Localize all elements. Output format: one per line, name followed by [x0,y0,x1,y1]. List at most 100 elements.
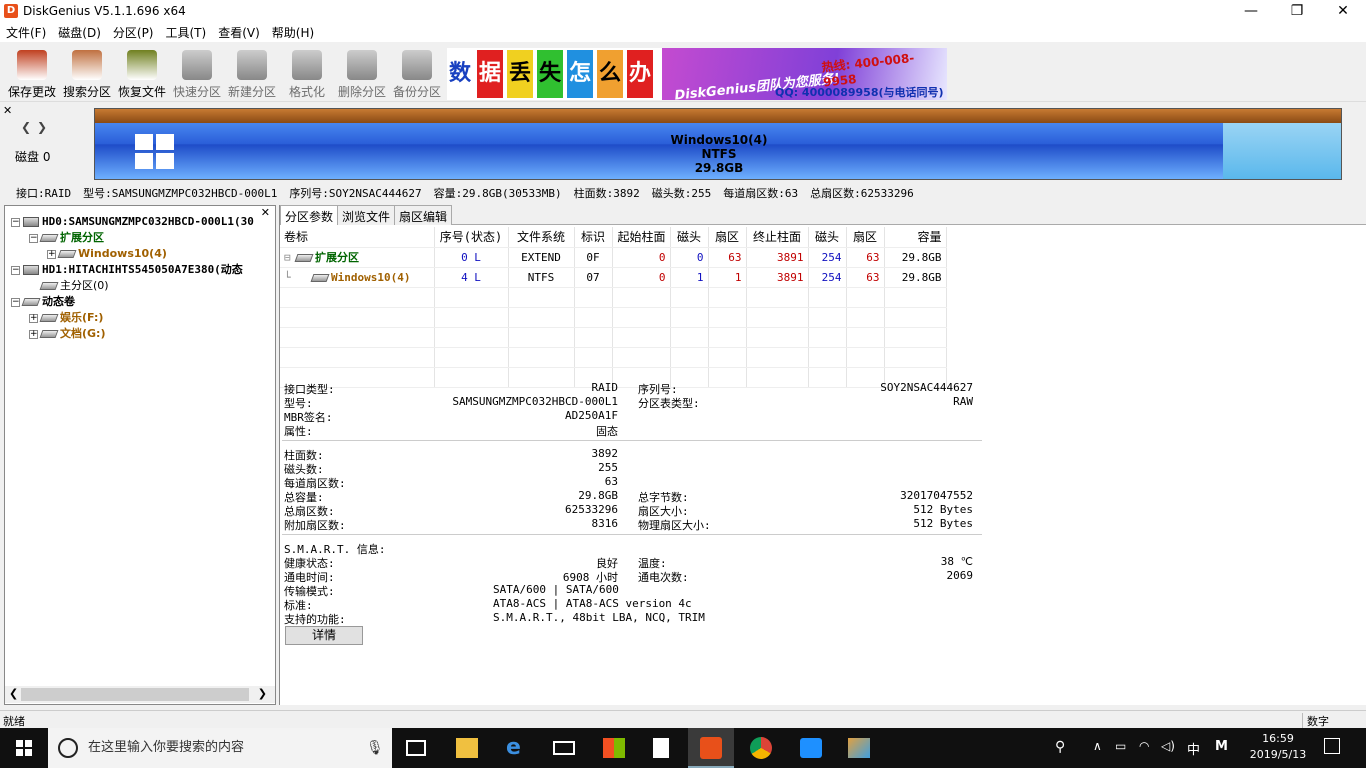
banner-tile: 数 [447,50,473,98]
table-row[interactable]: └ Windows10(4) 4 L NTFS 07 0 1 1 3891 254 63 29.8GB [280,267,947,288]
battery-icon[interactable]: ▭ [1115,739,1126,753]
column-header[interactable]: 卷标 [280,227,435,248]
collapse-icon[interactable]: − [29,233,38,243]
tray-expand-icon[interactable]: ∧ [1093,739,1102,753]
menu-item-4[interactable]: 查看(V) [212,22,266,43]
menu-item-1[interactable]: 磁盘(D) [52,22,107,43]
disk-panel-close-icon[interactable]: ✕ [3,104,12,117]
edge-icon[interactable]: e [506,737,528,759]
chrome-icon[interactable] [750,737,772,759]
ime-mode-indicator[interactable]: M [1215,739,1228,754]
partition-bar[interactable]: Windows10(4) NTFS 29.8GB [94,108,1342,180]
column-header[interactable]: 扇区 [708,227,747,248]
column-header[interactable]: 标识 [574,227,613,248]
column-header[interactable]: 起始柱面 [612,227,671,248]
tree-close-icon[interactable]: ✕ [261,206,270,219]
menu-item-5[interactable]: 帮助(H) [266,22,320,43]
scroll-thumb[interactable] [21,688,249,701]
right-arrow-icon[interactable]: ❯ [37,120,47,134]
banner-promo[interactable]: DiskGenius团队为您服务! 热线: 400-008-9958 QQ: 4… [662,48,947,100]
taskbar-search-input[interactable]: 在这里输入你要搜索的内容 🎙 [48,728,392,768]
document-icon[interactable] [653,738,669,758]
microphone-icon[interactable]: 🎙 [366,728,384,768]
toolbar-button-6[interactable]: 删除分区 [335,48,389,100]
collapse-icon[interactable]: − [11,217,20,227]
mail-icon[interactable] [553,741,575,755]
people-icon[interactable]: ⚲ [1055,739,1065,755]
column-header[interactable]: 容量 [884,227,947,248]
partition-icon [39,234,59,242]
ime-indicator[interactable]: 中 [1187,739,1200,758]
expand-icon[interactable]: + [29,329,38,339]
volume-icon[interactable]: ◁) [1161,739,1175,753]
tree-item-ext[interactable]: − 扩展分区 [29,230,104,246]
tab-1[interactable]: 浏览文件 [337,205,396,225]
clock[interactable]: 16:59 2019/5/13 [1248,732,1308,761]
toolbar-button-0[interactable]: 保存更改 [5,48,59,100]
empty-cell [808,327,847,348]
tree-item-dyn[interactable]: − 动态卷 [11,294,75,310]
table-cell: 29.8GB [884,247,947,268]
toolbar-button-3[interactable]: 快速分区 [170,48,224,100]
details-button[interactable]: 详情 [285,626,363,645]
collapse-icon[interactable]: − [11,265,20,275]
details-pane: 分区参数 浏览文件 扇区编辑 卷标 序号(状态) 文件系统 标识 起始柱面 磁头 扇区 终止柱面磁… [279,205,1366,705]
toolbar-button-1[interactable]: 搜索分区 [60,48,114,100]
column-header[interactable]: 终止柱面 [746,227,809,248]
empty-cell [574,327,613,348]
column-header[interactable]: 文件系统 [508,227,575,248]
tree-horizontal-scrollbar[interactable]: ❮ ❯ [5,686,275,703]
task-view-icon[interactable] [406,740,426,756]
empty-cell [612,307,671,328]
left-arrow-icon[interactable]: ❮ [21,120,31,134]
scroll-right-icon[interactable]: ❯ [258,687,267,700]
tab-2[interactable]: 扇区编辑 [394,205,453,225]
tree-item-vol[interactable]: + 娱乐(F:) [29,310,103,326]
tree-line: └ [284,270,291,284]
collapse-icon[interactable]: ⊟ [284,251,296,264]
diskgenius-taskbar-button[interactable] [688,728,734,768]
action-center-icon[interactable] [1324,738,1340,754]
tree-item-part[interactable]: + Windows10(4) [47,246,167,262]
tab-0[interactable]: 分区参数 [280,205,339,225]
toolbar-button-2[interactable]: 恢复文件 [115,48,169,100]
file-explorer-icon[interactable] [456,738,478,758]
detail-value: S.M.A.R.T., 48bit LBA, NCQ, TRIM [493,611,705,624]
minimize-button[interactable]: — [1228,0,1274,22]
paint-icon[interactable] [848,738,870,758]
partition-size: 29.8GB [694,161,744,175]
wifi-icon[interactable]: ◠ [1139,739,1149,753]
menu-item-0[interactable]: 文件(F) [0,22,52,43]
column-header[interactable]: 磁头 [670,227,709,248]
tree-item-label: 娱乐(F:) [60,311,104,324]
table-row[interactable]: ⊟ 扩展分区 0 L EXTEND 0F 0 0 63 3891 254 63 29.8GB [280,247,947,268]
expand-icon[interactable]: + [29,313,38,323]
tree-item-disk[interactable]: − HD1:HITACHIHTS545050A7E380(动态 [11,262,243,278]
scroll-left-icon[interactable]: ❮ [9,687,18,700]
extended-partition-strip[interactable] [95,109,1341,123]
disk-info-field: 磁头数:255 [651,187,712,200]
empty-cell [708,307,747,328]
toolbar-button-5[interactable]: 格式化 [280,48,334,100]
search-placeholder: 在这里输入你要搜索的内容 [88,740,245,755]
column-header[interactable]: 扇区 [846,227,885,248]
close-button[interactable]: ✕ [1320,0,1366,22]
menu-item-2[interactable]: 分区(P) [107,22,160,43]
tree-item-plain[interactable]: 主分区(0) [29,278,109,294]
empty-cell [884,327,947,348]
tree-item-disk[interactable]: − HD0:SAMSUNGMZMPC032HBCD-000L1(30 [11,214,254,230]
backup-icon [402,50,432,80]
expand-icon[interactable]: + [47,249,56,259]
toolbar-button-7[interactable]: 备份分区 [390,48,444,100]
collapse-icon[interactable]: − [11,297,20,307]
menu-item-3[interactable]: 工具(T) [160,22,213,43]
ad-banner[interactable]: 数据丢失怎么办 DiskGenius团队为您服务! 热线: 400-008-99… [447,48,947,100]
windows-start-icon[interactable] [16,740,32,756]
maximize-button[interactable]: ❐ [1274,0,1320,22]
column-header[interactable]: 磁头 [808,227,847,248]
notification-app-icon[interactable] [800,738,822,758]
store-icon[interactable] [603,738,625,758]
tree-item-vol[interactable]: + 文档(G:) [29,326,105,342]
column-header[interactable]: 序号(状态) [434,227,509,248]
toolbar-button-4[interactable]: 新建分区 [225,48,279,100]
